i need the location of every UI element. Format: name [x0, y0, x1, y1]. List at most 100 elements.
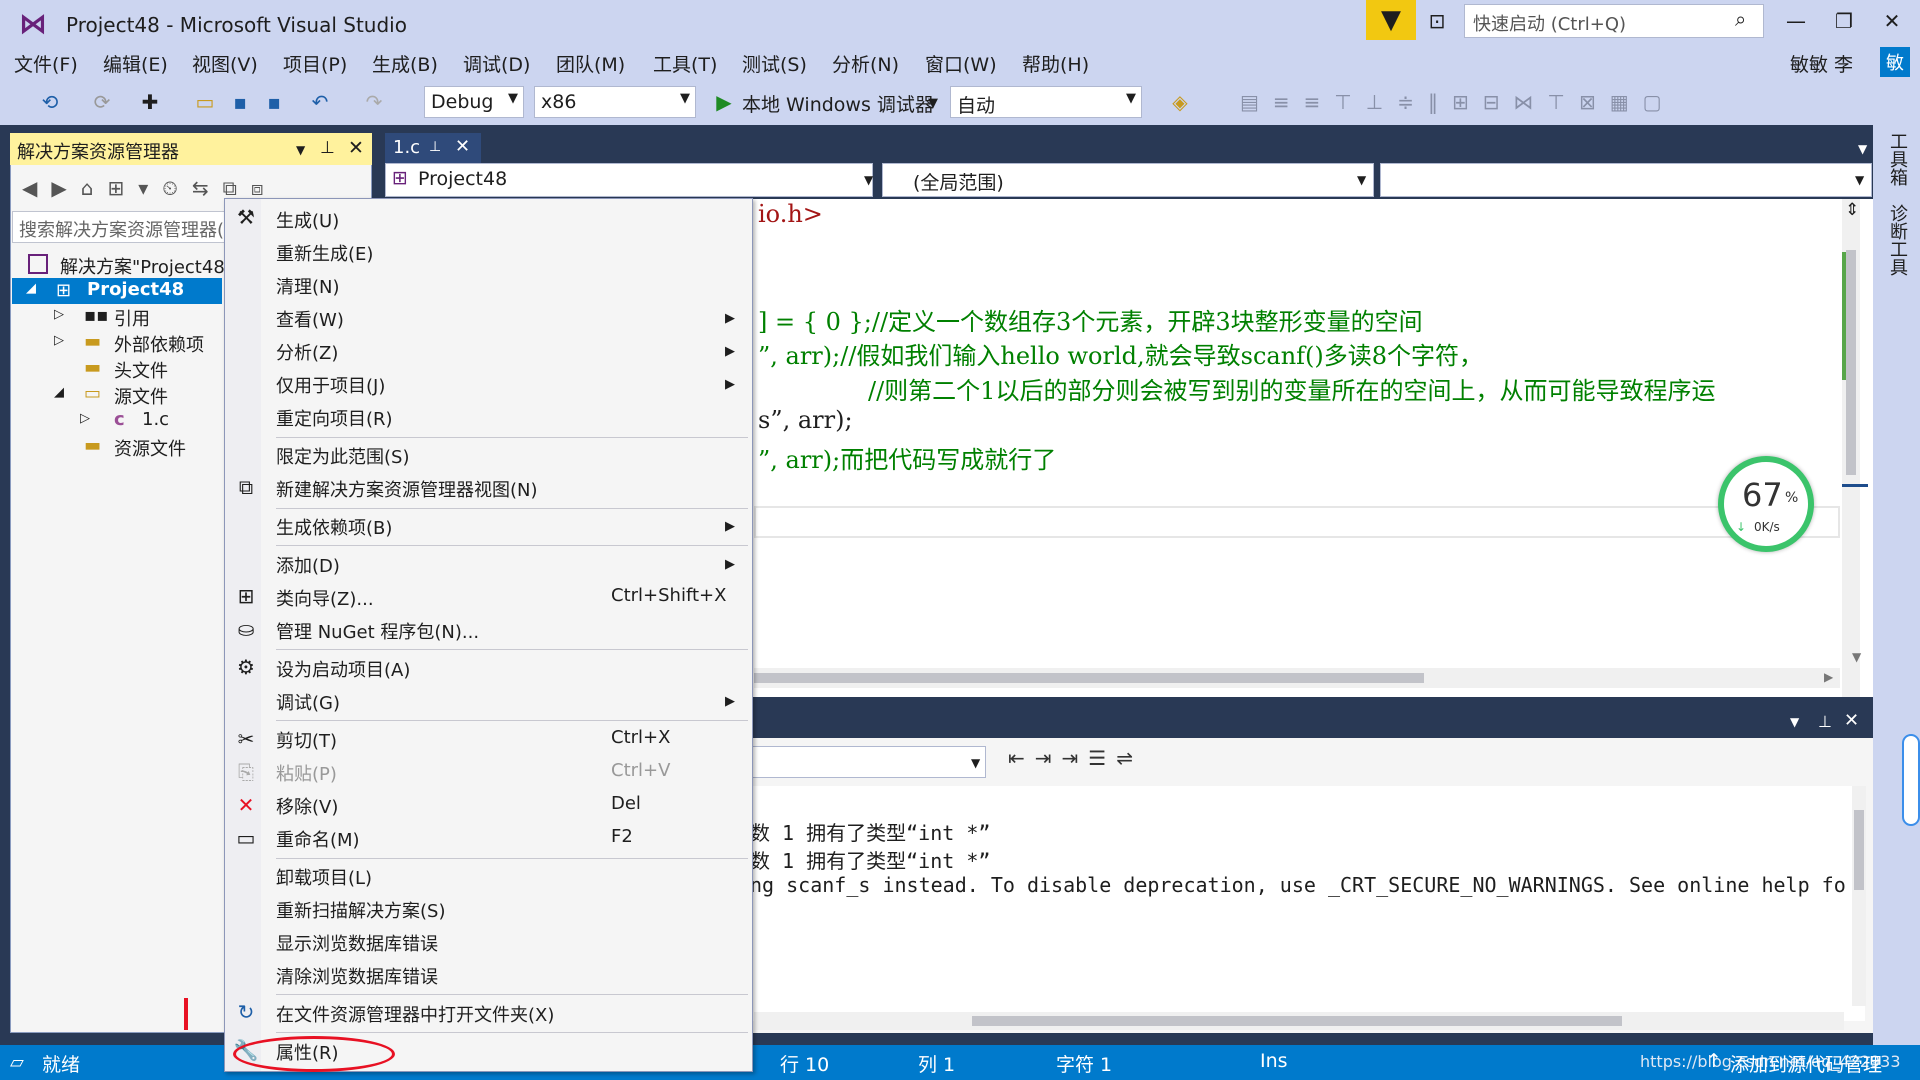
ctx-view[interactable]: 查看(W) [276, 306, 344, 332]
editor-scroll-thumb[interactable] [1846, 250, 1856, 475]
toolbox-tab[interactable]: 工具箱 [1884, 132, 1910, 186]
menu-tools[interactable]: 工具(T) [653, 50, 717, 77]
tab-list-icon[interactable]: ▼ [1858, 142, 1867, 156]
ctx-class-wizard[interactable]: 类向导(Z)... [276, 585, 374, 611]
ctx-manage-nuget[interactable]: 管理 NuGet 程序包(N)... [276, 618, 479, 644]
add-to-source-control[interactable]: 添加到源代码管理 [1730, 1050, 1882, 1077]
back-icon[interactable]: ⟲ [38, 88, 62, 116]
expand-icon[interactable]: ▷ [80, 411, 90, 426]
expand-icon[interactable]: ▷ [54, 307, 64, 322]
expand-icon[interactable]: ▷ [54, 333, 64, 348]
ctx-clear-browse-errors[interactable]: 清除浏览数据库错误 [276, 963, 438, 989]
config-select[interactable]: Debug ▼ [424, 86, 524, 118]
ctx-build[interactable]: 生成(U) [276, 207, 339, 233]
ctx-show-browse-errors[interactable]: 显示浏览数据库错误 [276, 930, 438, 956]
new-project-icon[interactable]: ✚ [138, 88, 162, 116]
open-folder-icon[interactable]: ▭ [193, 88, 217, 116]
redo-icon[interactable]: ↷ [360, 88, 388, 116]
tree-project[interactable]: Project48 [87, 279, 184, 300]
ctx-open-in-explorer[interactable]: 在文件资源管理器中打开文件夹(X) [276, 1001, 554, 1027]
close-icon[interactable]: ✕ [1844, 710, 1859, 731]
tree-references[interactable]: 引用 [114, 305, 150, 331]
output-scroll-thumb[interactable] [1854, 810, 1864, 890]
start-debug-icon[interactable]: ▶ [712, 88, 736, 116]
close-icon[interactable]: ✕ [348, 137, 364, 159]
maximize-button[interactable]: ❐ [1824, 6, 1864, 36]
user-name[interactable]: 敏敏 李 [1790, 50, 1853, 77]
tree-resource-files[interactable]: 资源文件 [114, 435, 186, 461]
save-icon[interactable]: ▪ [228, 88, 252, 116]
forward-icon[interactable]: ⟳ [90, 88, 114, 116]
menu-window[interactable]: 窗口(W) [925, 50, 997, 77]
ctx-remove[interactable]: 移除(V) [276, 793, 338, 819]
chevron-down-icon[interactable]: ▼ [928, 96, 938, 111]
pin-icon[interactable]: ⊥ [320, 138, 335, 158]
run-debugger-button[interactable]: 本地 Windows 调试器 [742, 90, 934, 117]
search-icon[interactable]: ⌕ [1735, 7, 1746, 31]
ctx-clean[interactable]: 清理(N) [276, 273, 340, 299]
network-speed-widget[interactable]: 67 % ↓ 0K/s [1718, 456, 1814, 552]
find-icon[interactable]: ◈ [1166, 88, 1194, 116]
ctx-cut[interactable]: 剪切(T) [276, 727, 337, 753]
up-arrow-icon[interactable]: ↑ [1706, 1050, 1722, 1072]
avatar[interactable]: 敏 [1880, 47, 1910, 77]
floating-handle[interactable] [1902, 734, 1920, 826]
undo-icon[interactable]: ↶ [306, 88, 334, 116]
menu-file[interactable]: 文件(F) [14, 50, 78, 77]
chevron-down-icon[interactable]: ▼ [296, 143, 305, 157]
pin-icon[interactable]: ⊥ [429, 139, 441, 155]
filter-icon[interactable]: ▼ [1366, 0, 1416, 40]
ctx-build-deps[interactable]: 生成依赖项(B) [276, 514, 392, 540]
minimize-button[interactable]: — [1776, 6, 1816, 36]
menu-view[interactable]: 视图(V) [192, 50, 258, 77]
menu-debug[interactable]: 调试(D) [463, 50, 530, 77]
ctx-retarget[interactable]: 重定向项目(R) [276, 405, 393, 431]
menu-edit[interactable]: 编辑(E) [103, 50, 168, 77]
ctx-analyze[interactable]: 分析(Z) [276, 339, 338, 365]
ctx-project-only[interactable]: 仅用于项目(J) [276, 372, 385, 398]
ctx-rescan-solution[interactable]: 重新扫描解决方案(S) [276, 897, 445, 923]
menu-test[interactable]: 测试(S) [742, 50, 807, 77]
quick-launch-box[interactable]: 快速启动 (Ctrl+Q) ⌕ [1464, 4, 1764, 38]
collapse-icon[interactable]: ◢ [26, 281, 36, 296]
platform-select[interactable]: x86 ▼ [534, 86, 696, 118]
scroll-right-icon[interactable]: ▶ [1824, 670, 1833, 684]
tree-external-deps[interactable]: 外部依赖项 [114, 331, 204, 357]
auto-select[interactable]: 自动 ▼ [950, 86, 1142, 118]
close-icon[interactable]: ✕ [455, 136, 470, 157]
scroll-down-icon[interactable]: ▼ [1852, 650, 1861, 664]
tree-source-files[interactable]: 源文件 [114, 383, 168, 409]
collapse-icon[interactable]: ◢ [54, 385, 64, 400]
ctx-debug[interactable]: 调试(G) [276, 689, 340, 715]
chevron-down-icon[interactable]: ▼ [1790, 715, 1799, 729]
diagnostic-tools-tab[interactable]: 诊断工具 [1884, 204, 1910, 276]
tree-header-files[interactable]: 头文件 [114, 357, 168, 383]
scope-nav-select[interactable]: (全局范围) ▼ [882, 163, 1374, 197]
ctx-add[interactable]: 添加(D) [276, 552, 340, 578]
quick-launch-input[interactable]: 快速启动 (Ctrl+Q) [1473, 10, 1626, 36]
ctx-rename[interactable]: 重命名(M) [276, 826, 360, 852]
paste-icon: ⎘ [238, 760, 254, 784]
pin-icon[interactable]: ⊥ [1818, 712, 1832, 731]
tree-solution[interactable]: 解决方案"Project48 [60, 253, 225, 279]
save-all-icon[interactable]: ▪ [262, 88, 286, 116]
ctx-rebuild[interactable]: 重新生成(E) [276, 240, 373, 266]
editor-hscroll-thumb[interactable] [754, 673, 1424, 683]
feedback-icon[interactable]: ⊡ [1420, 6, 1454, 36]
ctx-set-startup[interactable]: 设为启动项目(A) [276, 656, 410, 682]
tab-1c[interactable]: 1.c ⊥ ✕ [385, 133, 481, 163]
tree-file-1c[interactable]: 1.c [142, 409, 169, 430]
member-nav-select[interactable]: ▼ [1380, 163, 1872, 197]
menu-help[interactable]: 帮助(H) [1022, 50, 1089, 77]
close-button[interactable]: ✕ [1872, 6, 1912, 36]
menu-build[interactable]: 生成(B) [372, 50, 438, 77]
ctx-scope-to-this[interactable]: 限定为此范围(S) [276, 443, 409, 469]
split-icon[interactable]: ⇕ [1845, 200, 1859, 220]
project-nav-select[interactable]: ⊞ Project48 ▼ [385, 163, 873, 197]
menu-team[interactable]: 团队(M) [556, 50, 625, 77]
menu-analyze[interactable]: 分析(N) [832, 50, 899, 77]
menu-project[interactable]: 项目(P) [283, 50, 347, 77]
ctx-new-se-view[interactable]: 新建解决方案资源管理器视图(N) [276, 476, 538, 502]
output-hscroll-thumb[interactable] [972, 1016, 1622, 1026]
ctx-unload-project[interactable]: 卸载项目(L) [276, 864, 372, 890]
